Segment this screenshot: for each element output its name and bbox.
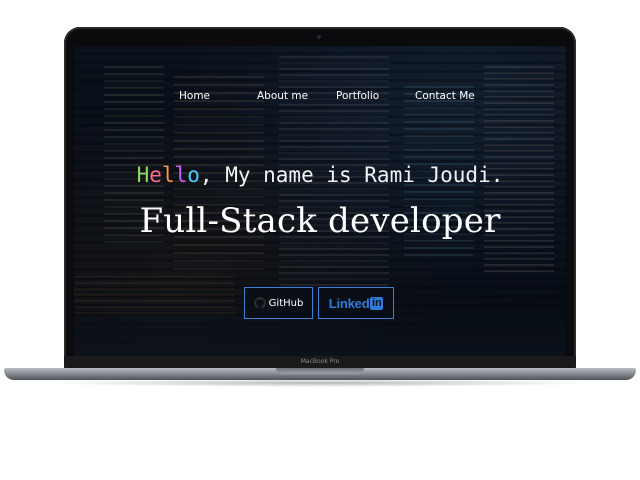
github-button[interactable]: GitHub xyxy=(244,287,313,319)
nav-contact-me[interactable]: Contact Me xyxy=(415,90,475,102)
laptop-screen: Home About me Portfolio Contact Me Hello… xyxy=(74,46,566,362)
nav-portfolio[interactable]: Portfolio xyxy=(336,90,379,102)
greeting-letter: o xyxy=(187,163,200,187)
nav-home[interactable]: Home xyxy=(179,90,210,102)
laptop-lid: Home About me Portfolio Contact Me Hello… xyxy=(64,27,576,373)
greeting-rest: , My name is Rami Joudi. xyxy=(199,163,504,187)
github-label: GitHub xyxy=(268,297,304,309)
greeting-letter: l xyxy=(174,163,188,187)
model-label: MacBook Pro xyxy=(300,358,340,365)
webcam xyxy=(317,35,321,39)
top-nav: Home About me Portfolio Contact Me xyxy=(74,90,566,110)
linkedin-button[interactable]: Linked in xyxy=(318,287,394,319)
nav-about-me[interactable]: About me xyxy=(257,90,308,102)
page: Home About me Portfolio Contact Me Hello… xyxy=(0,0,640,480)
laptop-notch xyxy=(276,368,364,374)
greeting-letter: e xyxy=(149,163,162,187)
greeting-letter: H xyxy=(136,163,150,187)
linkedin-logo-box: in xyxy=(370,296,384,310)
greeting-letter: l xyxy=(161,163,175,187)
greeting-line: Hello, My name is Rami Joudi. xyxy=(74,163,566,187)
github-icon xyxy=(253,297,266,309)
laptop-shadow xyxy=(40,379,600,387)
role-title: Full-Stack developer xyxy=(139,201,501,241)
linkedin-logo-word: Linked xyxy=(328,295,370,311)
